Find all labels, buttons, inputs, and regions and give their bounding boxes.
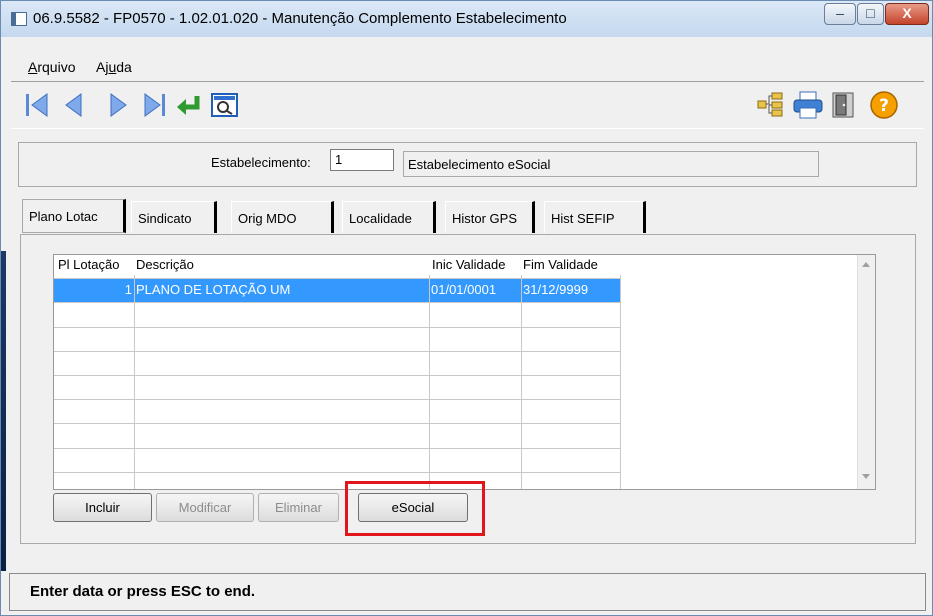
row-divider <box>54 448 620 449</box>
column-divider <box>620 275 621 489</box>
window-title: 06.9.5582 - FP0570 - 1.02.01.020 - Manut… <box>33 10 567 27</box>
exit-icon[interactable] <box>831 91 857 119</box>
modificar-button[interactable]: Modificar <box>156 493 254 522</box>
scroll-down-icon[interactable] <box>861 473 871 481</box>
background-window-edge <box>1 251 6 571</box>
help-icon[interactable]: ? <box>869 90 899 120</box>
establishment-label: Estabelecimento: <box>211 155 311 170</box>
column-divider <box>429 275 430 489</box>
column-header-inic-validade[interactable]: Inic Validade <box>432 255 505 275</box>
app-window: 06.9.5582 - FP0570 - 1.02.01.020 - Manut… <box>0 0 933 616</box>
column-header-descricao[interactable]: Descrição <box>136 255 194 275</box>
maximize-button[interactable]: □ <box>857 3 884 25</box>
status-message: Enter data or press ESC to end. <box>30 583 256 600</box>
tab-orig-mdo[interactable]: Orig MDO <box>231 201 334 233</box>
goto-icon[interactable] <box>175 94 203 116</box>
row-divider <box>54 472 620 473</box>
next-icon[interactable] <box>109 92 129 118</box>
tab-localidade[interactable]: Localidade <box>342 201 436 233</box>
column-header-pl-lotacao[interactable]: Pl Lotação <box>58 255 119 275</box>
row-divider <box>54 327 620 328</box>
first-icon[interactable] <box>25 92 49 118</box>
menu-arquivo[interactable]: Arquivo <box>28 59 75 75</box>
menu-ajuda[interactable]: Ajuda <box>96 59 132 75</box>
tree-icon[interactable] <box>756 91 784 117</box>
row-divider <box>54 375 620 376</box>
row-divider <box>54 351 620 352</box>
close-button[interactable]: X <box>885 3 929 25</box>
cell-pl-lotacao: 1 <box>124 282 132 297</box>
eliminar-button[interactable]: Eliminar <box>258 493 339 522</box>
status-bar: Enter data or press ESC to end. <box>9 573 926 611</box>
tab-hist-sefip[interactable]: Hist SEFIP <box>544 201 646 233</box>
print-icon[interactable] <box>793 91 823 119</box>
menu-bar: Arquivo Ajuda <box>2 57 933 77</box>
highlight-box <box>345 481 485 536</box>
search-icon[interactable] <box>211 92 239 118</box>
column-divider <box>134 275 135 489</box>
title-bar: 06.9.5582 - FP0570 - 1.02.01.020 - Manut… <box>1 1 932 37</box>
row-divider <box>54 423 620 424</box>
vertical-scrollbar[interactable] <box>857 255 875 489</box>
cell-inic-validade: 01/01/0001 <box>431 282 497 297</box>
cell-descricao: PLANO DE LOTAÇÃO UM <box>136 282 291 297</box>
row-divider <box>54 302 620 303</box>
column-divider <box>521 275 522 489</box>
establishment-description: Estabelecimento eSocial <box>403 151 819 177</box>
row-divider <box>54 399 620 400</box>
previous-icon[interactable] <box>63 92 83 118</box>
tab-plano-lotac[interactable]: Plano Lotac <box>22 199 126 233</box>
establishment-code-field[interactable]: 1 <box>330 149 394 171</box>
svg-text:?: ? <box>879 96 889 116</box>
tab-sindicato[interactable]: Sindicato <box>131 201 217 233</box>
column-header-fim-validade[interactable]: Fim Validade <box>523 255 598 275</box>
incluir-button[interactable]: Incluir <box>53 493 152 522</box>
cell-fim-validade: 31/12/9999 <box>523 282 589 297</box>
window-icon <box>11 12 27 26</box>
minimize-button[interactable]: – <box>824 3 856 25</box>
last-icon[interactable] <box>143 92 167 118</box>
lotacao-grid[interactable]: Pl Lotação Descrição Inic Validade Fim V… <box>53 254 876 490</box>
toolbar: ? <box>11 81 924 129</box>
scroll-up-icon[interactable] <box>861 261 871 269</box>
tab-histor-gps[interactable]: Histor GPS <box>445 201 535 233</box>
